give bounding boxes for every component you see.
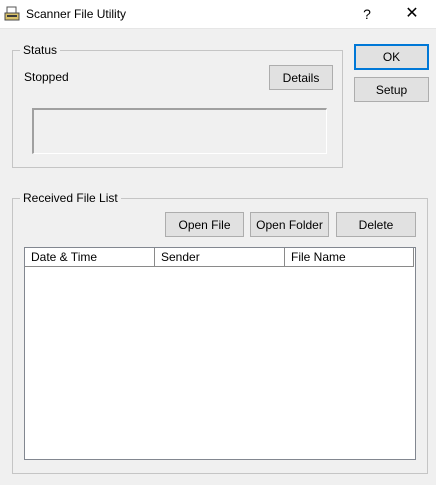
help-button[interactable]: ? [352, 0, 382, 28]
open-folder-button[interactable]: Open Folder [250, 212, 329, 237]
list-header: Date & Time Sender File Name [25, 248, 415, 267]
window-title: Scanner File Utility [26, 7, 127, 21]
scanner-icon [4, 6, 20, 21]
ok-button[interactable]: OK [354, 44, 429, 70]
details-button[interactable]: Details [269, 65, 333, 90]
status-group-label: Status [20, 43, 61, 57]
status-state-text: Stopped [24, 70, 69, 84]
close-button[interactable]: ✕ [396, 0, 428, 28]
open-file-button[interactable]: Open File [165, 212, 244, 237]
status-message-box [32, 108, 327, 154]
title-bar: Scanner File Utility ? ✕ [0, 0, 436, 29]
column-header-file-name[interactable]: File Name [285, 248, 414, 267]
received-group-label: Received File List [20, 191, 121, 205]
delete-button[interactable]: Delete [336, 212, 416, 237]
received-file-list[interactable]: Date & Time Sender File Name [24, 247, 416, 460]
column-header-sender[interactable]: Sender [155, 248, 285, 267]
setup-button[interactable]: Setup [354, 77, 429, 102]
column-header-date-time[interactable]: Date & Time [25, 248, 155, 267]
